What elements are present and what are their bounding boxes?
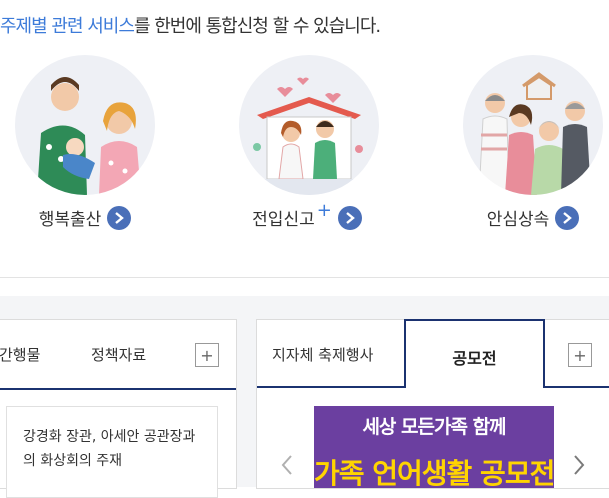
tab-policy-data[interactable]: 정책자료	[91, 344, 146, 365]
headline-text: 를 한번에 통합신청 할 수 있습니다.	[133, 16, 381, 37]
service-happy-birth[interactable]: 행복출산	[15, 55, 165, 235]
service-label-row: 행복출산	[5, 205, 165, 230]
article-title: 강경화 장관, 아세안 공관장과의 화상회의 주재	[23, 429, 196, 469]
article-card[interactable]: 강경화 장관, 아세안 공관장과의 화상회의 주재	[6, 406, 218, 498]
chevron-right-icon[interactable]	[555, 205, 580, 230]
chevron-right-icon[interactable]	[107, 205, 132, 230]
section-divider	[0, 277, 609, 278]
headline-highlight: 주제별 관련 서비스	[0, 16, 135, 37]
tab-contest[interactable]: 공모전	[404, 319, 545, 388]
tab-local-festivals[interactable]: 지자체 축제행사	[272, 344, 373, 365]
publications-panel: 간행물 정책자료 + 강경화 장관, 아세안 공관장과의 화상회의 주재	[0, 319, 237, 498]
banner-line2: 가족 언어생활 공모전	[314, 457, 554, 488]
publications-tabs: 간행물 정책자료 +	[0, 320, 236, 390]
plus-superscript: +	[316, 200, 332, 221]
tab-publications[interactable]: 간행물	[0, 344, 40, 365]
more-plus-button[interactable]: +	[568, 343, 592, 367]
section-headline: 주제별 관련 서비스를 한번에 통합신청 할 수 있습니다.	[0, 12, 381, 38]
more-plus-button[interactable]: +	[195, 343, 219, 367]
events-panel: 지자체 축제행사 공모전 + 세상 모든가족 함께 가족 언어생활 공모전	[256, 319, 609, 489]
safe-inheritance-illustration	[463, 55, 603, 195]
events-tabs: 지자체 축제행사 공모전 +	[257, 319, 609, 388]
contest-banner[interactable]: 세상 모든가족 함께 가족 언어생활 공모전	[314, 406, 554, 488]
service-label-row: 전입신고 +	[227, 200, 387, 230]
chevron-right-icon[interactable]	[569, 450, 589, 480]
move-in-illustration	[239, 55, 379, 195]
banner-line1: 세상 모든가족 함께	[362, 416, 506, 438]
tab-contest-label: 공모전	[452, 349, 497, 368]
service-label: 행복출산	[38, 210, 102, 230]
tab-underline	[257, 386, 404, 388]
chevron-left-icon[interactable]	[277, 450, 297, 480]
service-label: 안심상속	[486, 210, 550, 230]
service-move-in[interactable]: 전입신고 +	[239, 55, 389, 235]
tab-underline	[545, 386, 609, 388]
service-label: 전입신고	[252, 210, 315, 230]
chevron-right-icon[interactable]	[337, 205, 362, 230]
service-label-row: 안심상속	[453, 205, 609, 230]
happy-birth-illustration	[15, 55, 155, 195]
service-safe-inheritance[interactable]: 안심상속	[463, 55, 609, 235]
